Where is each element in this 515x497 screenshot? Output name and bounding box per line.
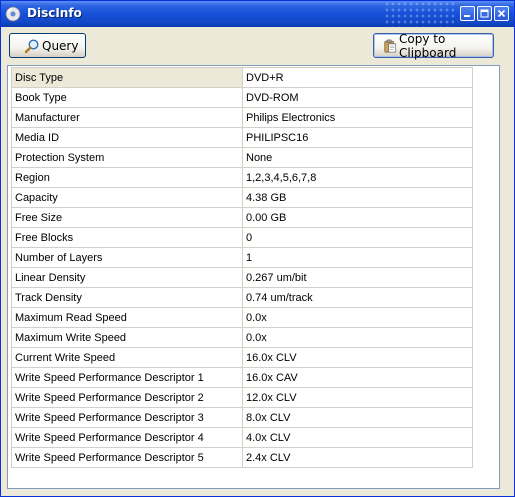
- table-row[interactable]: Free Size 0.00 GB: [11, 207, 473, 228]
- property-value: 12.0x CLV: [242, 387, 473, 408]
- property-value: DVD+R: [242, 67, 473, 88]
- property-value: 0.267 um/bit: [242, 267, 473, 288]
- property-name: Manufacturer: [11, 107, 243, 128]
- property-name: Free Size: [11, 207, 243, 228]
- content-area: Query Copy to Clipboard Disc Type DVD+R Bo…: [5, 28, 510, 494]
- property-value: 1: [242, 247, 473, 268]
- property-value: 8.0x CLV: [242, 407, 473, 428]
- property-value: 0: [242, 227, 473, 248]
- table-row[interactable]: Write Speed Performance Descriptor 3 8.0x…: [11, 407, 473, 428]
- property-name: Write Speed Performance Descriptor 3: [11, 407, 243, 428]
- table-row[interactable]: Disc Type DVD+R: [11, 67, 473, 88]
- copy-to-clipboard-button[interactable]: Copy to Clipboard: [373, 31, 494, 60]
- property-name: Capacity: [11, 187, 243, 208]
- table-row[interactable]: Manufacturer Philips Electronics: [11, 107, 473, 128]
- table-row[interactable]: Protection System None: [11, 147, 473, 168]
- property-value: 4.0x CLV: [242, 427, 473, 448]
- property-name: Write Speed Performance Descriptor 4: [11, 427, 243, 448]
- copy-label: Copy to Clipboard: [399, 31, 457, 60]
- table-row[interactable]: Write Speed Performance Descriptor 1 16.0…: [11, 367, 473, 388]
- table-row[interactable]: Write Speed Performance Descriptor 2 12.0…: [11, 387, 473, 408]
- maximize-button[interactable]: [477, 6, 492, 21]
- table-row[interactable]: Linear Density 0.267 um/bit: [11, 267, 473, 288]
- table-row[interactable]: Region 1,2,3,4,5,6,7,8: [11, 167, 473, 188]
- minimize-icon: [464, 15, 470, 17]
- close-icon: [497, 9, 506, 18]
- property-name: Write Speed Performance Descriptor 1: [11, 367, 243, 388]
- property-value: 1,2,3,4,5,6,7,8: [242, 167, 473, 188]
- table-row[interactable]: Media ID PHILIPSC16: [11, 127, 473, 148]
- table-row[interactable]: Maximum Write Speed 0.0x: [11, 327, 473, 348]
- query-button[interactable]: Query: [9, 33, 86, 58]
- table-row[interactable]: Free Blocks 0: [11, 227, 473, 248]
- table-row[interactable]: Maximum Read Speed 0.0x: [11, 307, 473, 328]
- property-value: 2.4x CLV: [242, 447, 473, 468]
- title-bar[interactable]: DiscInfo: [1, 1, 514, 27]
- property-value: 4.38 GB: [242, 187, 473, 208]
- property-name: Number of Layers: [11, 247, 243, 268]
- property-value: 0.00 GB: [242, 207, 473, 228]
- window-title: DiscInfo: [27, 6, 82, 20]
- property-name: Linear Density: [11, 267, 243, 288]
- property-value: 16.0x CAV: [242, 367, 473, 388]
- maximize-icon: [480, 9, 489, 18]
- table-row[interactable]: Current Write Speed 16.0x CLV: [11, 347, 473, 368]
- table-row[interactable]: Capacity 4.38 GB: [11, 187, 473, 208]
- disc-info-table[interactable]: Disc Type DVD+R Book Type DVD-ROM Manufactur…: [7, 65, 500, 489]
- property-value: 0.0x: [242, 327, 473, 348]
- property-name: Free Blocks: [11, 227, 243, 248]
- property-name: Protection System: [11, 147, 243, 168]
- property-value: 0.74 um/track: [242, 287, 473, 308]
- property-name: Disc Type: [11, 67, 243, 88]
- titlebar-pattern: [384, 1, 454, 27]
- property-name: Media ID: [11, 127, 243, 148]
- property-name: Book Type: [11, 87, 243, 108]
- property-name: Write Speed Performance Descriptor 2: [11, 387, 243, 408]
- property-name: Maximum Read Speed: [11, 307, 243, 328]
- property-name: Maximum Write Speed: [11, 327, 243, 348]
- property-value: PHILIPSC16: [242, 127, 473, 148]
- property-value: 16.0x CLV: [242, 347, 473, 368]
- disc-icon: [5, 6, 21, 22]
- minimize-button[interactable]: [460, 6, 475, 21]
- table-row[interactable]: Write Speed Performance Descriptor 4 4.0x…: [11, 427, 473, 448]
- property-name: Track Density: [11, 287, 243, 308]
- magnifier-icon: [24, 38, 39, 53]
- property-value: DVD-ROM: [242, 87, 473, 108]
- property-value: None: [242, 147, 473, 168]
- disc-info-table-body: Disc Type DVD+R Book Type DVD-ROM Manufactur…: [11, 67, 473, 468]
- table-row[interactable]: Number of Layers 1: [11, 247, 473, 268]
- property-value: Philips Electronics: [242, 107, 473, 128]
- property-name: Current Write Speed: [11, 347, 243, 368]
- discinfo-window: DiscInfo Query Copy to Clipboard Disc Ty…: [0, 0, 515, 497]
- property-name: Write Speed Performance Descriptor 5: [11, 447, 243, 468]
- property-name: Region: [11, 167, 243, 188]
- clipboard-icon: [384, 39, 397, 52]
- query-label: Query: [42, 38, 79, 53]
- table-row[interactable]: Track Density 0.74 um/track: [11, 287, 473, 308]
- property-value: 0.0x: [242, 307, 473, 328]
- table-row[interactable]: Write Speed Performance Descriptor 5 2.4x…: [11, 447, 473, 468]
- close-button[interactable]: [494, 6, 509, 21]
- table-row[interactable]: Book Type DVD-ROM: [11, 87, 473, 108]
